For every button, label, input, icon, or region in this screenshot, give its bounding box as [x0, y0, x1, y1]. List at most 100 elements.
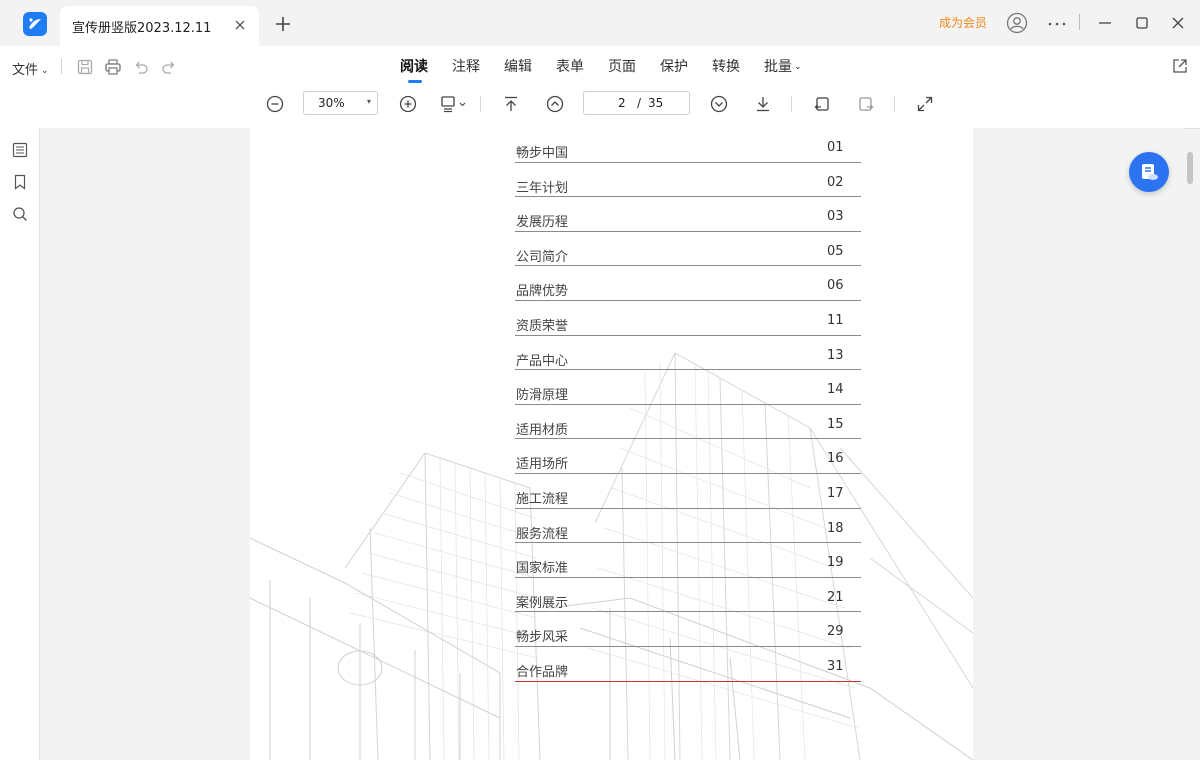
- toc-page-number: 05: [827, 243, 844, 259]
- toc-title: 国家标准: [516, 561, 569, 577]
- page-separator: /: [637, 96, 642, 110]
- main-toolbar: 文件 ⌄ 阅读 注释 编辑 表单 页面 保护 转换 批量 ⌄ 30% ▾ 2 /…: [0, 46, 1200, 129]
- tab-protect[interactable]: 保护: [660, 56, 688, 76]
- print-icon[interactable]: [103, 57, 123, 77]
- undo-icon[interactable]: [131, 57, 151, 77]
- first-page-icon[interactable]: [501, 94, 521, 114]
- toc-title: 畅步中国: [516, 146, 569, 161]
- toc-title: 服务流程: [516, 526, 569, 542]
- document-tab[interactable]: 宣传册竖版2023.12.11: [60, 6, 259, 46]
- toc-title: 三年计划: [516, 180, 569, 196]
- toc-row[interactable]: 国家标准 19: [515, 543, 861, 578]
- redo-icon[interactable]: [159, 57, 179, 77]
- close-tab-icon[interactable]: [231, 16, 249, 34]
- tab-convert[interactable]: 转换: [712, 56, 740, 76]
- toc-title: 施工流程: [516, 491, 569, 507]
- toolbar-divider: [791, 96, 792, 112]
- fullscreen-icon[interactable]: [915, 94, 935, 114]
- minimize-icon[interactable]: [1094, 12, 1116, 34]
- total-pages: 35: [648, 96, 664, 110]
- toc-page-number: 31: [827, 658, 844, 674]
- toc-page-number: 02: [827, 174, 844, 190]
- file-menu[interactable]: 文件 ⌄: [12, 59, 49, 78]
- tab-batch[interactable]: 批量 ⌄: [764, 56, 802, 76]
- tab-form[interactable]: 表单: [556, 56, 584, 76]
- toc-page-number: 29: [827, 624, 844, 640]
- search-icon[interactable]: [11, 205, 29, 223]
- page-number-input[interactable]: 2 / 35: [583, 91, 690, 115]
- toolbar-divider: [480, 96, 481, 112]
- toc-row[interactable]: 案例展示 21: [515, 578, 861, 613]
- vertical-scrollbar[interactable]: [1187, 152, 1193, 184]
- toc-row[interactable]: 公司简介 05: [515, 232, 861, 267]
- toc-page-number: 01: [827, 140, 844, 155]
- tab-page[interactable]: 页面: [608, 56, 636, 76]
- toc-page-number: 16: [827, 451, 844, 467]
- external-open-icon[interactable]: [1170, 56, 1190, 76]
- toc-row[interactable]: 适用材质 15: [515, 405, 861, 440]
- toc-row[interactable]: 施工流程 17: [515, 474, 861, 509]
- toolbar-divider: [61, 58, 62, 74]
- toc-page-number: 14: [827, 382, 844, 398]
- title-bar: 宣传册竖版2023.12.11 成为会员: [0, 0, 1200, 46]
- chevron-down-icon: ⌄: [794, 62, 802, 72]
- pdf-page: 畅步中国 01 三年计划 02 发展历程 03 公司简介 05 品牌优势 06 资质荣誉 1…: [250, 128, 973, 760]
- user-avatar-icon[interactable]: [1006, 12, 1028, 34]
- toc-row[interactable]: 畅步风采 29: [515, 612, 861, 647]
- toc-row[interactable]: 产品中心 13: [515, 336, 861, 371]
- toc-row[interactable]: 适用场所 16: [515, 439, 861, 474]
- close-window-icon[interactable]: [1167, 12, 1189, 34]
- next-page-icon[interactable]: [709, 94, 729, 114]
- bookmark-icon[interactable]: [11, 173, 29, 191]
- zoom-out-icon[interactable]: [265, 94, 285, 114]
- table-of-contents: 畅步中国 01 三年计划 02 发展历程 03 公司简介 05 品牌优势 06 资质荣誉 1…: [515, 128, 861, 682]
- toc-title: 畅步风采: [516, 630, 569, 646]
- toc-row[interactable]: 畅步中国 01: [515, 128, 861, 163]
- tab-annotate[interactable]: 注释: [452, 56, 480, 76]
- rotate-right-icon[interactable]: [856, 94, 876, 114]
- tab-read[interactable]: 阅读: [400, 56, 428, 83]
- last-page-icon[interactable]: [753, 94, 773, 114]
- toc-row[interactable]: 品牌优势 06: [515, 266, 861, 301]
- toolbar-divider: [894, 96, 895, 112]
- toc-title: 品牌优势: [516, 284, 569, 300]
- view-mode-icon[interactable]: [439, 94, 469, 114]
- toc-page-number: 13: [827, 347, 844, 363]
- toc-title: 防滑原理: [516, 388, 569, 404]
- new-tab-plus-icon[interactable]: [272, 13, 294, 35]
- zoom-in-icon[interactable]: [398, 94, 418, 114]
- document-cloud-icon: [1142, 164, 1158, 180]
- become-member-link[interactable]: 成为会员: [939, 14, 987, 31]
- toc-row[interactable]: 合作品牌 31: [515, 647, 861, 682]
- toc-page-number: 11: [827, 312, 844, 328]
- toc-row[interactable]: 三年计划 02: [515, 163, 861, 198]
- tab-edit[interactable]: 编辑: [504, 56, 532, 76]
- rotate-left-icon[interactable]: [812, 94, 832, 114]
- toc-row[interactable]: 防滑原理 14: [515, 370, 861, 405]
- toc-row[interactable]: 资质荣誉 11: [515, 301, 861, 336]
- outline-icon[interactable]: [11, 141, 29, 159]
- more-options-icon[interactable]: [1046, 13, 1068, 35]
- toc-title: 适用材质: [516, 422, 569, 438]
- toc-row[interactable]: 发展历程 03: [515, 197, 861, 232]
- app-logo-icon: [23, 12, 47, 36]
- zoom-select[interactable]: 30% ▾: [303, 91, 378, 115]
- toc-title: 适用场所: [516, 457, 569, 473]
- toc-title: 资质荣誉: [516, 318, 569, 334]
- zoom-value: 30%: [318, 96, 345, 110]
- titlebar-divider: [1079, 14, 1080, 30]
- ai-assistant-button[interactable]: [1129, 152, 1169, 192]
- maximize-icon[interactable]: [1131, 12, 1153, 34]
- toc-page-number: 03: [827, 209, 844, 225]
- toc-page-number: 15: [827, 416, 844, 432]
- previous-page-icon[interactable]: [545, 94, 565, 114]
- toc-row[interactable]: 服务流程 18: [515, 509, 861, 544]
- toc-title: 合作品牌: [516, 664, 569, 680]
- document-viewer: 畅步中国 01 三年计划 02 发展历程 03 公司简介 05 品牌优势 06 资质荣誉 1…: [40, 128, 1184, 760]
- tab-title: 宣传册竖版2023.12.11: [72, 21, 212, 36]
- save-icon[interactable]: [75, 57, 95, 77]
- file-menu-label: 文件: [12, 63, 39, 78]
- tab-batch-label: 批量: [764, 59, 792, 75]
- toc-page-number: 06: [827, 278, 844, 294]
- toc-page-number: 17: [827, 485, 844, 501]
